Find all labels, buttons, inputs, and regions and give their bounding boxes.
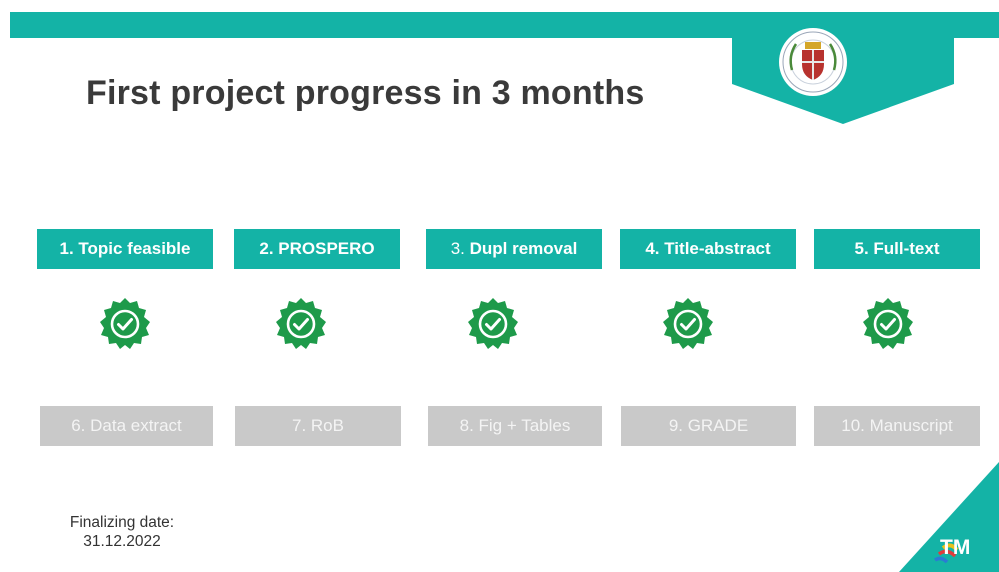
step-number: 3. <box>450 239 465 258</box>
check-badge-icon <box>100 298 150 349</box>
step-topic-feasible: 1. Topic feasible <box>37 229 213 269</box>
step-label: 7. RoB <box>292 416 344 435</box>
step-label: Dupl removal <box>469 239 578 258</box>
check-badge-icon <box>276 298 326 349</box>
tm-logo: TM <box>940 536 971 559</box>
finalizing-label: Finalizing date: <box>69 514 175 531</box>
check-badge-icon <box>468 298 518 349</box>
step-grade: 9. GRADE <box>621 406 796 446</box>
step-label: 4. Title-abstract <box>645 239 771 258</box>
step-data-extract: 6. Data extract <box>40 406 213 446</box>
finalizing-date: Finalizing date: 31.12.2022 <box>52 513 192 551</box>
step-label: 2. PROSPERO <box>259 239 375 258</box>
step-title-abstract: 4. Title-abstract <box>620 229 796 269</box>
university-emblem-icon <box>732 12 954 124</box>
step-dupl-removal: 3. Dupl removal <box>426 229 602 269</box>
step-rob: 7. RoB <box>235 406 401 446</box>
check-badge-icon <box>863 298 913 349</box>
finalizing-value: 31.12.2022 <box>83 533 161 550</box>
step-full-text: 5. Full-text <box>814 229 980 269</box>
step-label: 8. Fig + Tables <box>459 416 571 435</box>
step-fig-tables: 8. Fig + Tables <box>428 406 602 446</box>
slide-title: First project progress in 3 months <box>86 74 645 112</box>
step-label: 1. Topic feasible <box>59 239 191 258</box>
step-label: 9. GRADE <box>668 416 749 435</box>
step-label: 10. Manuscript <box>841 416 953 435</box>
step-label: 6. Data extract <box>71 416 182 435</box>
step-label: 5. Full-text <box>854 239 940 258</box>
step-manuscript: 10. Manuscript <box>814 406 980 446</box>
check-badge-icon <box>663 298 713 349</box>
step-prospero: 2. PROSPERO <box>234 229 400 269</box>
